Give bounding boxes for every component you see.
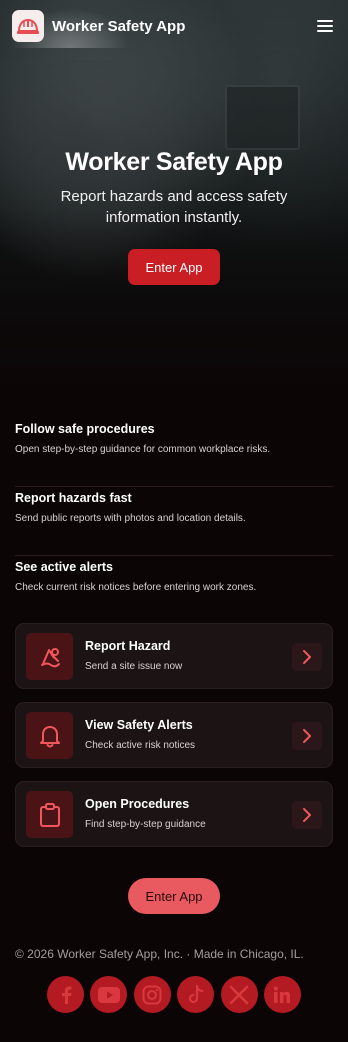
chevron-right-icon[interactable]: [292, 643, 322, 671]
chevron-right-icon[interactable]: [292, 801, 322, 829]
instagram-icon[interactable]: [133, 976, 171, 1013]
hero-title: Worker Safety App: [65, 148, 283, 176]
social-links: [47, 976, 301, 1013]
bell-icon: [26, 712, 73, 759]
feature-item: See active alerts Check current risk not…: [15, 560, 333, 625]
card-title: Report Hazard: [85, 639, 171, 653]
feature-list: Follow safe procedures Open step-by-step…: [15, 418, 333, 625]
report-hazard-card[interactable]: Report Hazard Send a site issue now: [15, 623, 333, 689]
feature-description: Check current risk notices before enteri…: [15, 582, 257, 593]
facebook-icon[interactable]: [47, 976, 84, 1013]
feature-item: Report hazards fast Send public reports …: [15, 491, 333, 556]
copyright-text: © 2026 Worker Safety App, Inc. · Made in…: [15, 947, 304, 961]
chevron-right-icon[interactable]: [292, 722, 322, 750]
tiktok-icon[interactable]: [177, 976, 215, 1013]
clipboard-icon: [26, 791, 73, 838]
card-title: View Safety Alerts: [85, 718, 193, 732]
top-nav: Worker Safety App: [0, 0, 348, 52]
youtube-icon[interactable]: [90, 976, 128, 1013]
x-icon[interactable]: [220, 976, 258, 1013]
hero-subtitle: Report hazards and access safety informa…: [60, 188, 288, 226]
app-logo[interactable]: [12, 10, 44, 42]
enter-app-button[interactable]: Enter App: [128, 249, 220, 285]
card-subtitle: Check active risk notices: [85, 740, 196, 751]
feature-item: Follow safe procedures Open step-by-step…: [15, 422, 333, 487]
hazard-report-icon: [26, 633, 73, 680]
app-name: Worker Safety App: [52, 17, 186, 35]
card-title: Open Procedures: [85, 797, 190, 811]
linkedin-icon[interactable]: [263, 976, 301, 1013]
view-safety-alerts-card[interactable]: View Safety Alerts Check active risk not…: [15, 702, 333, 768]
feature-title: See active alerts: [15, 560, 113, 574]
feature-description: Send public reports with photos and loca…: [15, 513, 246, 524]
card-subtitle: Find step-by-step guidance: [85, 819, 206, 830]
feature-title: Report hazards fast: [15, 491, 132, 505]
hamburger-menu-icon[interactable]: [314, 15, 336, 37]
feature-title: Follow safe procedures: [15, 422, 155, 436]
hard-hat-icon: [17, 18, 39, 34]
card-subtitle: Send a site issue now: [85, 661, 183, 672]
feature-description: Open step-by-step guidance for common wo…: [15, 444, 271, 455]
enter-app-button-bottom[interactable]: Enter App: [128, 878, 220, 914]
open-procedures-card[interactable]: Open Procedures Find step-by-step guidan…: [15, 781, 333, 847]
